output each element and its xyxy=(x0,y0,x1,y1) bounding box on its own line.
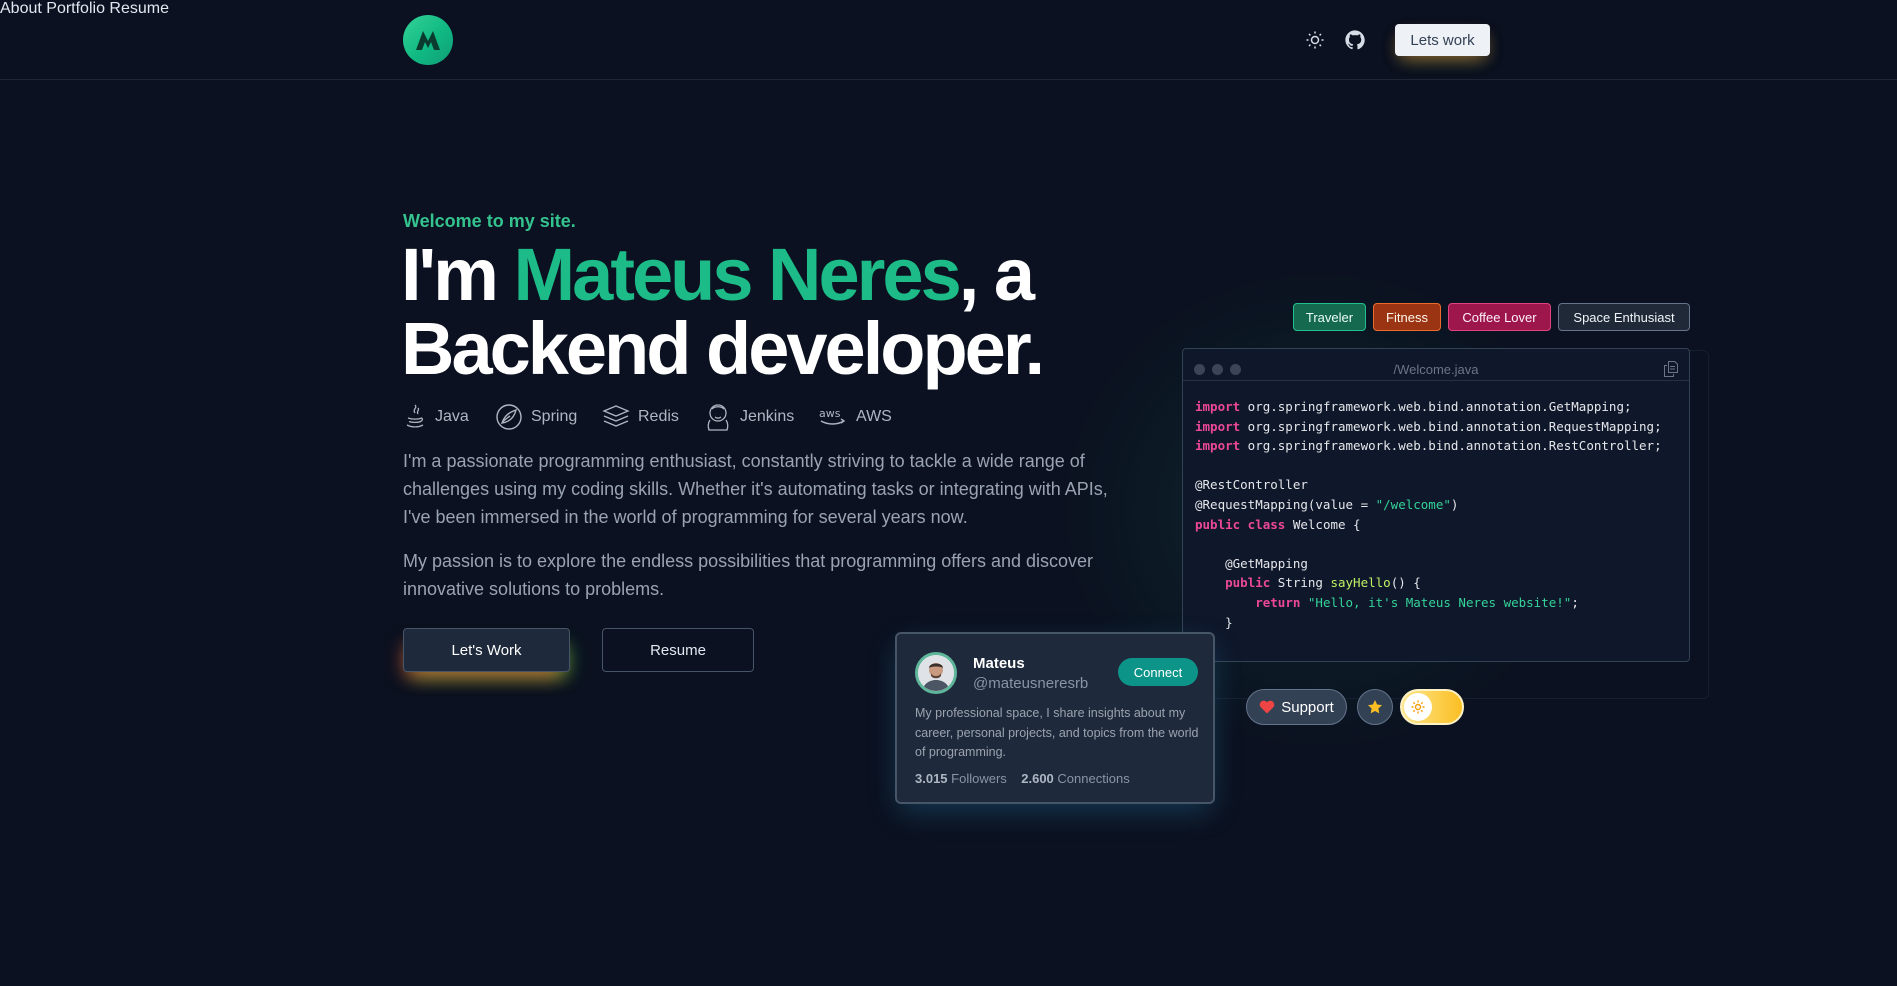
logo-mark-icon xyxy=(416,31,440,50)
sun-icon[interactable] xyxy=(1303,28,1327,52)
headline-name: Mateus Neres xyxy=(513,233,962,316)
stack-label-aws: AWS xyxy=(856,408,892,425)
connections-label: Connections xyxy=(1057,771,1130,786)
lets-work-button[interactable]: Let's Work xyxy=(403,628,570,672)
code-window: /Welcome.java import org.springframework… xyxy=(1182,348,1690,662)
star-icon xyxy=(1368,700,1382,714)
nav-resume[interactable]: Resume xyxy=(109,0,169,17)
profile-name: Mateus xyxy=(973,655,1025,672)
heart-icon xyxy=(1259,700,1275,714)
headline-role: Backend developer. xyxy=(401,307,1045,390)
stack-label-jenkins: Jenkins xyxy=(740,408,795,425)
resume-button[interactable]: Resume xyxy=(602,628,754,672)
nav-portfolio[interactable]: Portfolio xyxy=(46,0,105,17)
star-button[interactable] xyxy=(1357,689,1393,725)
avatar[interactable] xyxy=(915,652,957,694)
logo[interactable] xyxy=(403,15,453,65)
bio-paragraph-1: I'm a passionate programming enthusiast,… xyxy=(403,451,1108,527)
tag-traveler: Traveler xyxy=(1293,303,1366,331)
java-icon xyxy=(406,404,424,428)
copy-icon[interactable] xyxy=(1663,360,1679,383)
theme-toggle[interactable] xyxy=(1400,689,1464,725)
headline-suffix: , a xyxy=(958,233,1035,316)
followers-count: 3.015 xyxy=(915,771,948,786)
profile-card: Mateus @mateusneresrb Connect My profess… xyxy=(895,632,1215,804)
stack-item-java: Java xyxy=(403,402,469,432)
connect-button[interactable]: Connect xyxy=(1118,658,1198,686)
site-header: About Portfolio Resume Lets work xyxy=(0,0,1897,80)
stack-label-java: Java xyxy=(435,408,469,425)
profile-handle: @mateusneresrb xyxy=(973,675,1089,692)
code-content: import org.springframework.web.bind.anno… xyxy=(1195,399,1662,630)
stack-item-jenkins: Jenkins xyxy=(704,402,794,432)
headline-prefix: I'm xyxy=(401,233,514,316)
stack-item-spring: Spring xyxy=(495,402,577,432)
tag-space-enthusiast: Space Enthusiast xyxy=(1558,303,1690,331)
lets-work-nav-button[interactable]: Lets work xyxy=(1395,24,1490,56)
stack-item-redis: Redis xyxy=(602,402,679,432)
support-label: Support xyxy=(1281,698,1334,716)
redis-icon xyxy=(602,405,630,427)
bio-paragraph-2: My passion is to explore the endless pos… xyxy=(403,551,1094,599)
tag-coffee-lover: Coffee Lover xyxy=(1448,303,1551,331)
support-button[interactable]: Support xyxy=(1246,689,1347,725)
spring-icon xyxy=(496,404,522,430)
github-icon[interactable] xyxy=(1343,28,1367,52)
svg-text:aws: aws xyxy=(819,407,841,420)
toggle-knob xyxy=(1404,693,1432,721)
code-window-titlebar: /Welcome.java xyxy=(1183,349,1689,381)
hero-headline: I'm Mateus Neres, a Backend developer. xyxy=(401,238,1101,386)
stack-label-redis: Redis xyxy=(638,408,679,425)
aws-icon: aws xyxy=(819,407,846,425)
tag-fitness: Fitness xyxy=(1373,303,1441,331)
nav-about[interactable]: About xyxy=(0,0,42,17)
connections-count: 2.600 xyxy=(1021,771,1054,786)
jenkins-icon xyxy=(707,404,729,431)
welcome-text: Welcome to my site. xyxy=(403,211,576,231)
profile-stats: 3.015 Followers 2.600 Connections xyxy=(915,771,1130,786)
followers-label: Followers xyxy=(951,771,1007,786)
stack-item-aws: aws AWS xyxy=(818,402,892,432)
code-window-title: /Welcome.java xyxy=(1393,362,1479,377)
profile-description: My professional space, I share insights … xyxy=(915,706,1199,759)
sun-icon xyxy=(1411,700,1425,714)
stack-label-spring: Spring xyxy=(531,408,578,425)
